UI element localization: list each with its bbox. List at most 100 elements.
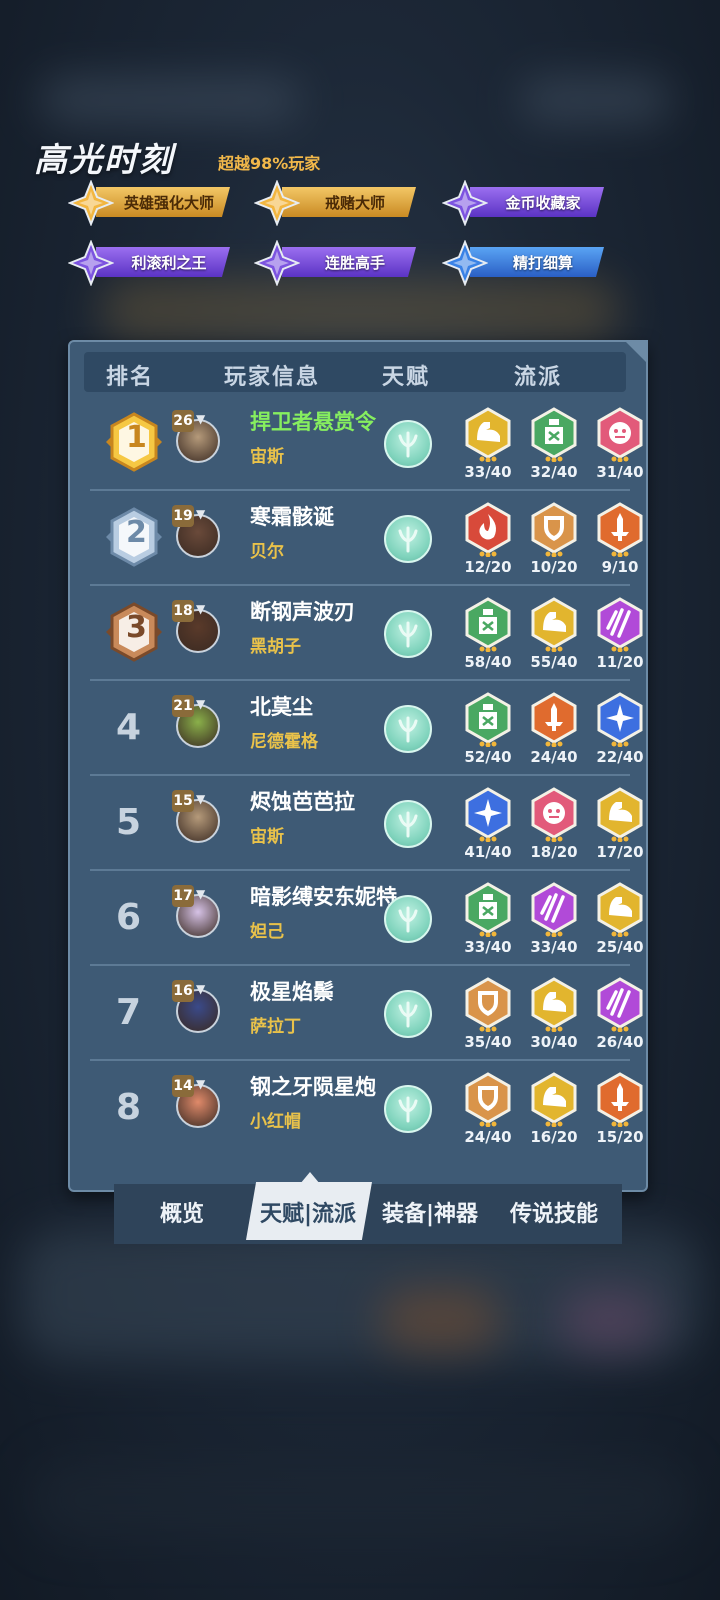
badge-label: 利滚利之王 <box>96 247 230 277</box>
player-level-badge: 26 <box>172 410 194 432</box>
talent-button[interactable] <box>384 610 432 658</box>
style-item[interactable]: 9/10 <box>592 501 648 576</box>
chevron-down-icon: ▼ <box>196 507 206 521</box>
talent-button[interactable] <box>384 895 432 943</box>
rank-medal-number: 2 <box>126 515 147 550</box>
talent-button[interactable] <box>384 420 432 468</box>
chevron-down-icon: ▼ <box>196 697 206 711</box>
style-count: 33/40 <box>464 463 512 481</box>
star-icon <box>597 692 643 747</box>
style-item[interactable]: 11/20 <box>592 596 648 671</box>
badge-label: 精打细算 <box>470 247 604 277</box>
tab-legend-skills[interactable]: 传说技能 <box>510 1196 598 1228</box>
muscle-icon <box>597 882 643 937</box>
style-item[interactable]: 26/40 <box>592 976 648 1051</box>
style-item[interactable]: 32/40 <box>526 406 582 481</box>
table-row[interactable]: 7 16 ▼ 极星焰鬃 萨拉丁 35/40 30/40 26/40 <box>90 966 644 1061</box>
style-count: 12/20 <box>464 558 512 576</box>
potion-icon <box>465 597 511 652</box>
hero-name: 黑胡子 <box>250 637 301 657</box>
style-item[interactable]: 22/40 <box>592 691 648 766</box>
badge-item: 金币收藏家 <box>442 180 612 226</box>
style-item[interactable]: 58/40 <box>460 596 516 671</box>
rank-number: 6 <box>116 897 142 938</box>
table-row[interactable]: 3 18 ▼ 断钢声波刃 黑胡子 58/40 55/40 11/20 <box>90 586 644 681</box>
style-count: 33/40 <box>464 938 512 956</box>
style-count: 16/20 <box>530 1128 578 1146</box>
style-item[interactable]: 16/20 <box>526 1071 582 1146</box>
muscle-icon <box>531 977 577 1032</box>
style-item[interactable]: 15/20 <box>592 1071 648 1146</box>
header-rank: 排名 <box>106 365 155 390</box>
style-item[interactable]: 30/40 <box>526 976 582 1051</box>
highlights-title: 高光时刻 <box>34 140 174 179</box>
style-item[interactable]: 35/40 <box>460 976 516 1051</box>
badge-label: 英雄强化大师 <box>96 187 230 217</box>
talent-button[interactable] <box>384 800 432 848</box>
table-row[interactable]: 1 26 ▼ 捍卫者悬赏令 宙斯 33/40 32/40 31/40 <box>90 396 644 491</box>
talent-button[interactable] <box>384 515 432 563</box>
badge-item: 戒赌大师 <box>254 180 424 226</box>
style-item[interactable]: 18/20 <box>526 786 582 861</box>
table-row[interactable]: 5 15 ▼ 烬蚀芭芭拉 宙斯 41/40 18/20 17/20 <box>90 776 644 871</box>
potion-icon <box>465 692 511 747</box>
talent-button[interactable] <box>384 705 432 753</box>
style-item[interactable]: 10/20 <box>526 501 582 576</box>
badge-label: 连胜高手 <box>282 247 416 277</box>
badge-label: 金币收藏家 <box>470 187 604 217</box>
style-item[interactable]: 55/40 <box>526 596 582 671</box>
style-item[interactable]: 24/40 <box>526 691 582 766</box>
talent-tree-icon <box>398 906 418 933</box>
style-item[interactable]: 24/40 <box>460 1071 516 1146</box>
ranking-panel: 排名 玩家信息 天赋 流派 1 26 ▼ 捍卫者悬赏令 宙斯 33/40 32/40 31/4… <box>68 340 648 1192</box>
style-item[interactable]: 33/40 <box>460 406 516 481</box>
style-item[interactable]: 52/40 <box>460 691 516 766</box>
tab-talent-style-label: 天赋|流派 <box>260 1202 357 1227</box>
potion-icon <box>531 407 577 462</box>
player-level-badge: 18 <box>172 600 194 622</box>
table-row[interactable]: 4 21 ▼ 北莫尘 尼德霍格 52/40 24/40 22/40 <box>90 681 644 776</box>
shield-icon <box>465 977 511 1032</box>
chevron-down-icon: ▼ <box>196 602 206 616</box>
player-name: 断钢声波刃 <box>250 600 355 624</box>
tab-overview[interactable]: 概览 <box>160 1196 204 1228</box>
style-item[interactable]: 31/40 <box>592 406 648 481</box>
table-row[interactable]: 2 19 ▼ 寒霜骸诞 贝尔 12/20 10/20 9/10 <box>90 491 643 586</box>
style-count: 55/40 <box>530 653 578 671</box>
style-item[interactable]: 33/40 <box>460 881 516 956</box>
rank-number: 4 <box>116 707 142 748</box>
talent-tree-icon <box>398 431 418 458</box>
header-player: 玩家信息 <box>224 365 321 390</box>
player-level-badge: 16 <box>172 980 194 1002</box>
player-name: 钢之牙陨星炮 <box>250 1075 376 1099</box>
hero-name: 萨拉丁 <box>250 1017 301 1037</box>
rank-number: 7 <box>116 992 142 1033</box>
style-count: 32/40 <box>530 463 578 481</box>
talent-button[interactable] <box>384 1085 432 1133</box>
talent-button[interactable] <box>384 990 432 1038</box>
talent-tree-icon <box>398 1001 418 1028</box>
tab-gear[interactable]: 装备|神器 <box>382 1196 478 1228</box>
style-item[interactable]: 33/40 <box>526 881 582 956</box>
claw-icon <box>597 597 643 652</box>
style-item[interactable]: 17/20 <box>592 786 648 861</box>
chevron-down-icon: ▼ <box>196 887 206 901</box>
player-name: 烬蚀芭芭拉 <box>250 790 355 814</box>
talent-tree-icon <box>398 716 418 743</box>
badge-star-icon <box>254 180 300 226</box>
style-count: 24/40 <box>464 1128 512 1146</box>
table-header: 排名 玩家信息 天赋 流派 <box>84 352 626 392</box>
hero-name: 尼德霍格 <box>250 732 318 752</box>
table-row[interactable]: 8 14 ▼ 钢之牙陨星炮 小红帽 24/40 16/20 15/20 <box>90 1061 644 1156</box>
hero-name: 贝尔 <box>250 542 284 562</box>
player-name: 北莫尘 <box>250 695 313 719</box>
badge-item: 英雄强化大师 <box>68 180 238 226</box>
player-name: 暗影缚安东妮特 <box>250 885 397 909</box>
style-count: 24/40 <box>530 748 578 766</box>
style-item[interactable]: 12/20 <box>460 501 516 576</box>
table-row[interactable]: 6 17 ▼ 暗影缚安东妮特 妲己 33/40 33/40 25/40 <box>90 871 644 966</box>
style-item[interactable]: 25/40 <box>592 881 648 956</box>
chevron-down-icon: ▼ <box>196 982 206 996</box>
style-item[interactable]: 41/40 <box>460 786 516 861</box>
style-count: 11/20 <box>596 653 644 671</box>
